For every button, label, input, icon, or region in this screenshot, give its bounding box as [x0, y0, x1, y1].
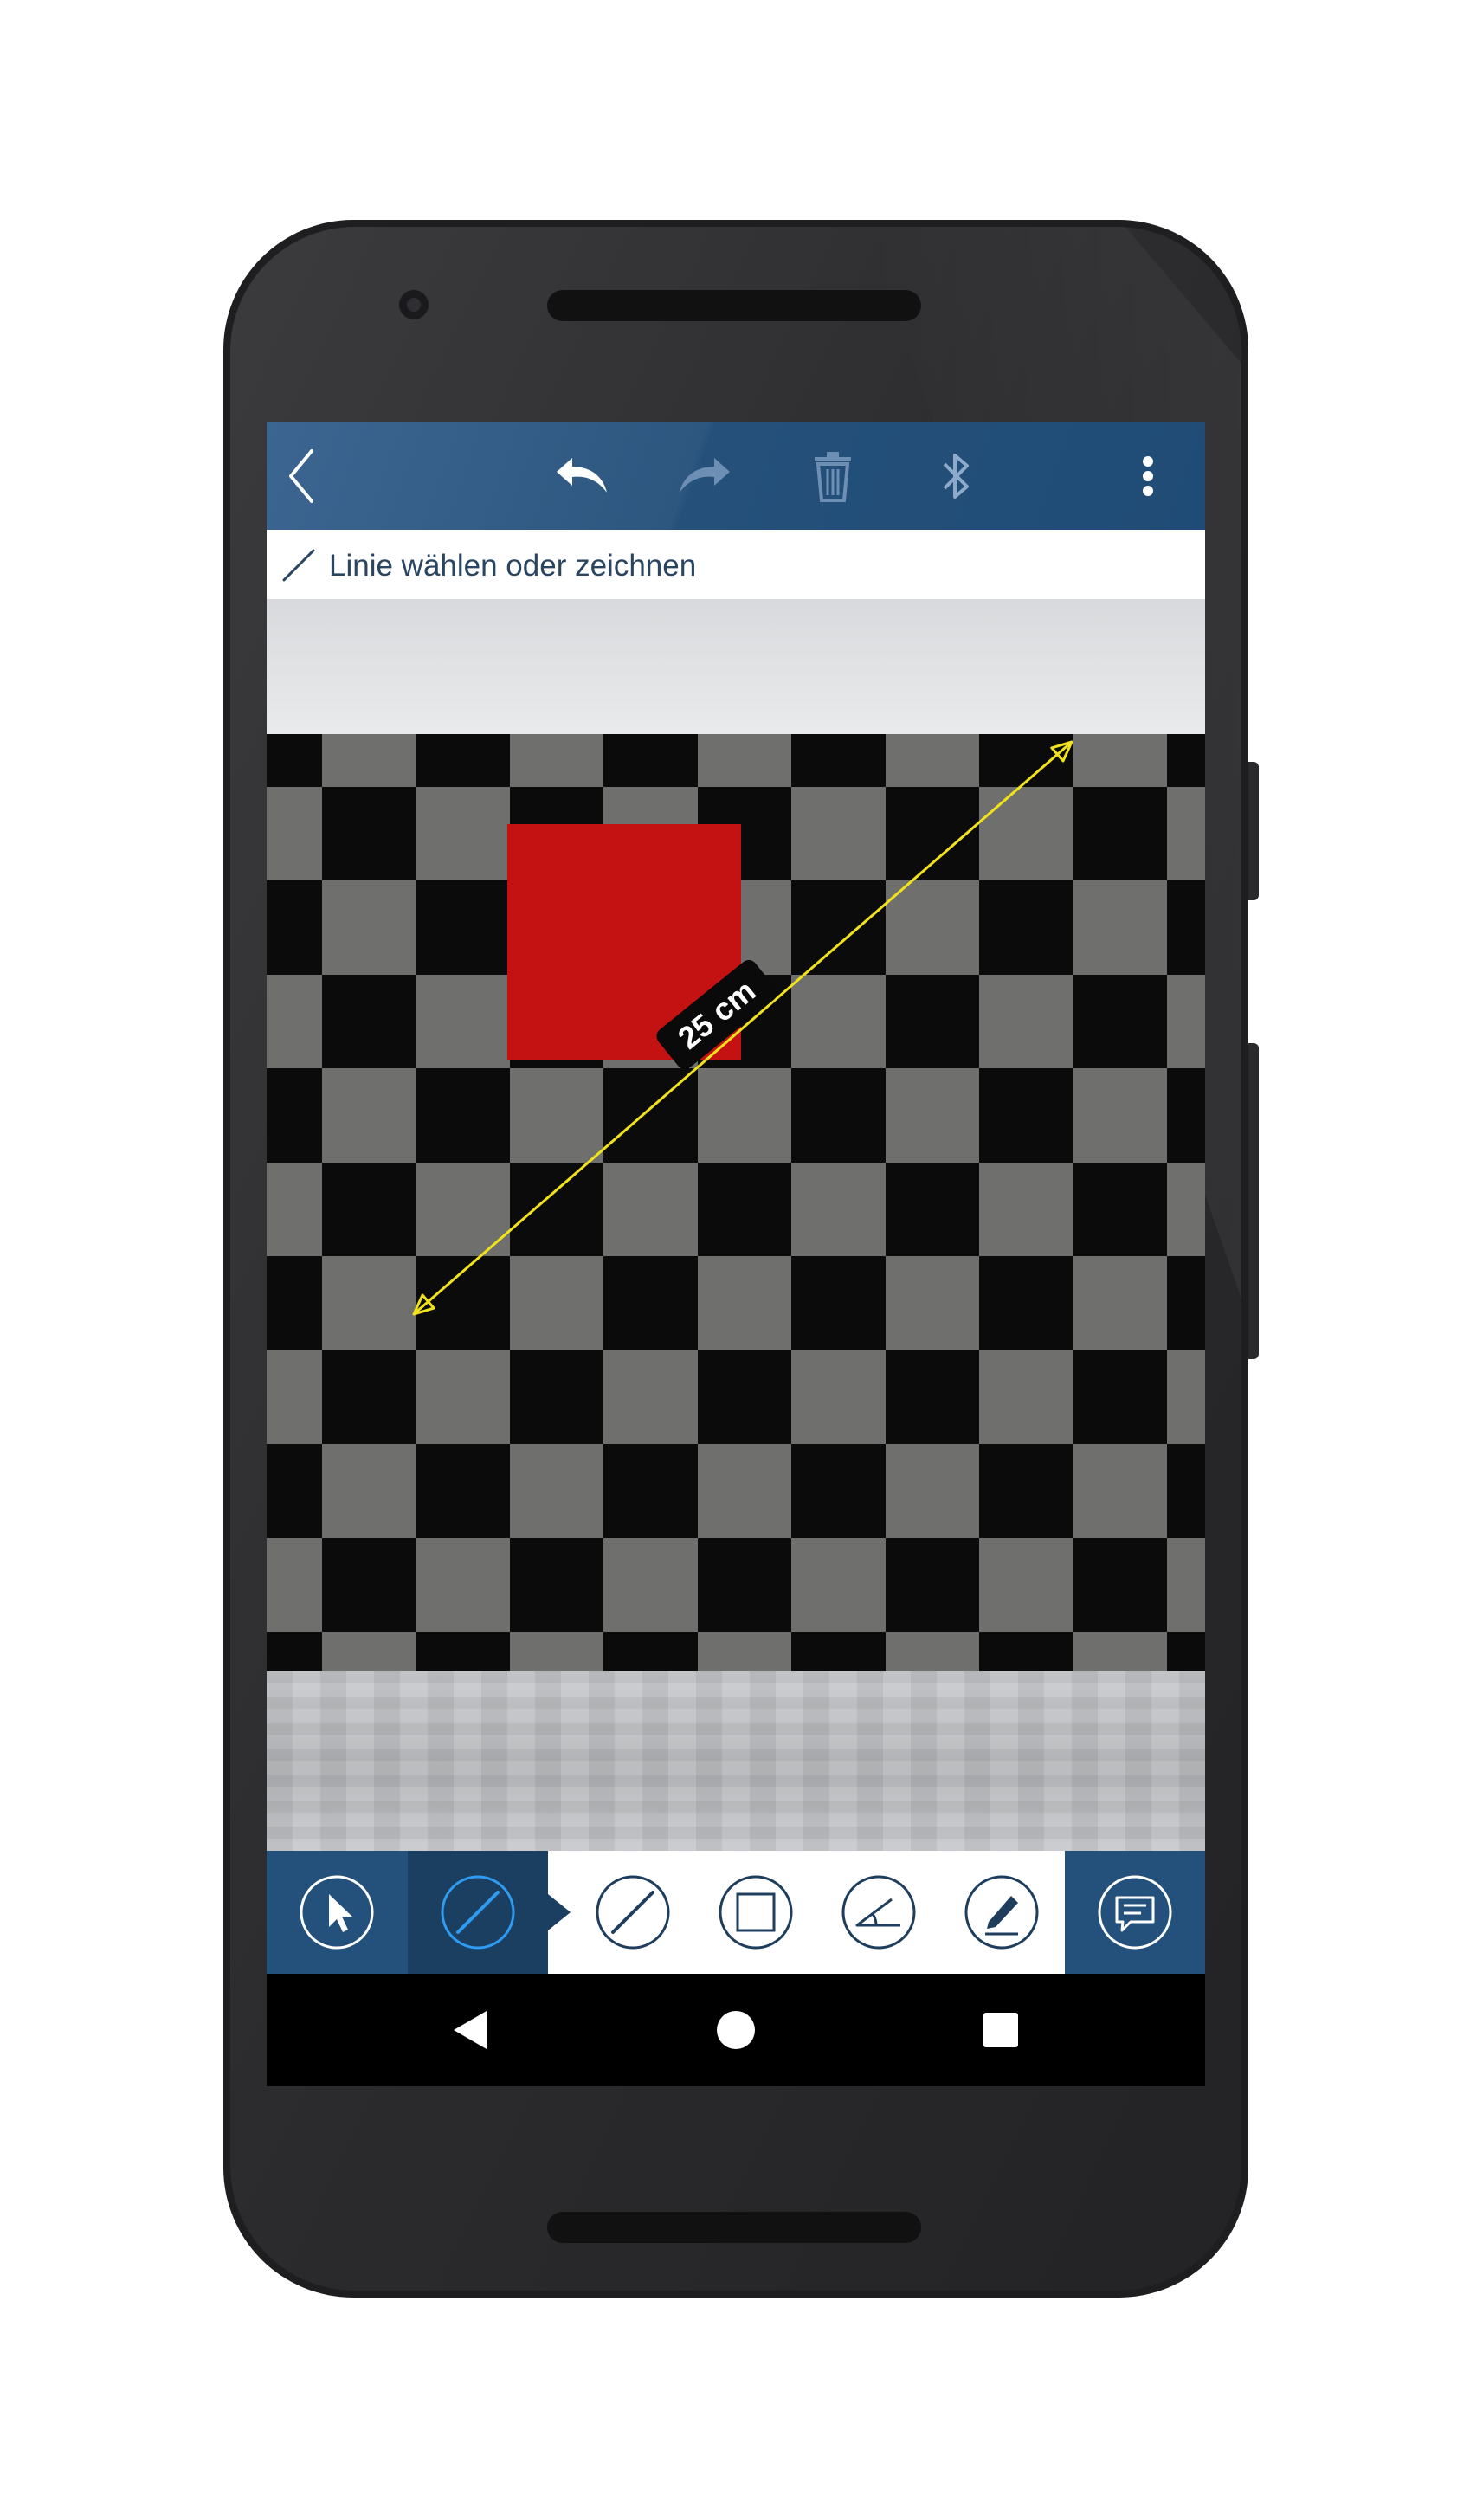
comment-tool-button[interactable] [1096, 1873, 1174, 1951]
angle-tool-button[interactable] [840, 1873, 918, 1951]
nav-back-icon [454, 2011, 487, 2049]
bluetooth-button[interactable] [920, 440, 993, 512]
angle-icon [841, 1875, 916, 1950]
top-speaker [547, 290, 921, 321]
pencil-icon [964, 1875, 1039, 1950]
pencil-tool-button[interactable] [963, 1873, 1041, 1951]
nav-recents-icon [983, 2013, 1018, 2047]
submenu-pointer-icon [548, 1894, 571, 1930]
photo-canvas[interactable]: 25 cm [267, 599, 1205, 1851]
more-vert-icon [1143, 456, 1153, 496]
line-option-button[interactable] [594, 1873, 672, 1951]
bottom-speaker [547, 2212, 921, 2243]
bluetooth-icon [943, 454, 969, 499]
bottom-toolbar [267, 1851, 1205, 1974]
undo-button[interactable] [545, 440, 618, 512]
device-frame: Linie wählen oder zeichnen 25 cm [0, 0, 1470, 2520]
line-icon [441, 1875, 515, 1950]
top-toolbar [267, 422, 1205, 530]
cursor-arrow-icon [300, 1875, 374, 1950]
system-recents-button[interactable] [970, 2000, 1031, 2060]
line-icon [596, 1875, 670, 1950]
rectangle-tool-button[interactable] [717, 1873, 795, 1951]
system-back-button[interactable] [440, 2000, 500, 2060]
comment-icon [1098, 1875, 1172, 1950]
line-tool-button[interactable] [439, 1873, 517, 1951]
undo-icon [557, 458, 607, 493]
more-options-button[interactable] [1112, 440, 1184, 512]
system-navigation-bar [267, 1974, 1205, 2086]
rectangle-icon [719, 1875, 793, 1950]
delete-button[interactable] [796, 440, 869, 512]
hint-text: Linie wählen oder zeichnen [329, 549, 697, 583]
nav-back-button[interactable] [267, 440, 339, 512]
hint-bar: Linie wählen oder zeichnen [267, 530, 1205, 599]
chevron-left-icon [289, 449, 313, 503]
redo-button[interactable] [668, 440, 741, 512]
line-icon [282, 549, 315, 582]
redo-icon [680, 458, 730, 493]
nav-home-icon [717, 2011, 755, 2049]
select-tool-button[interactable] [298, 1873, 376, 1951]
trash-icon [815, 452, 851, 502]
measurement-line[interactable] [413, 740, 1073, 1316]
screen: Linie wählen oder zeichnen 25 cm [267, 422, 1205, 2086]
measurement-overlay [412, 740, 1073, 1316]
system-home-button[interactable] [706, 2000, 766, 2060]
